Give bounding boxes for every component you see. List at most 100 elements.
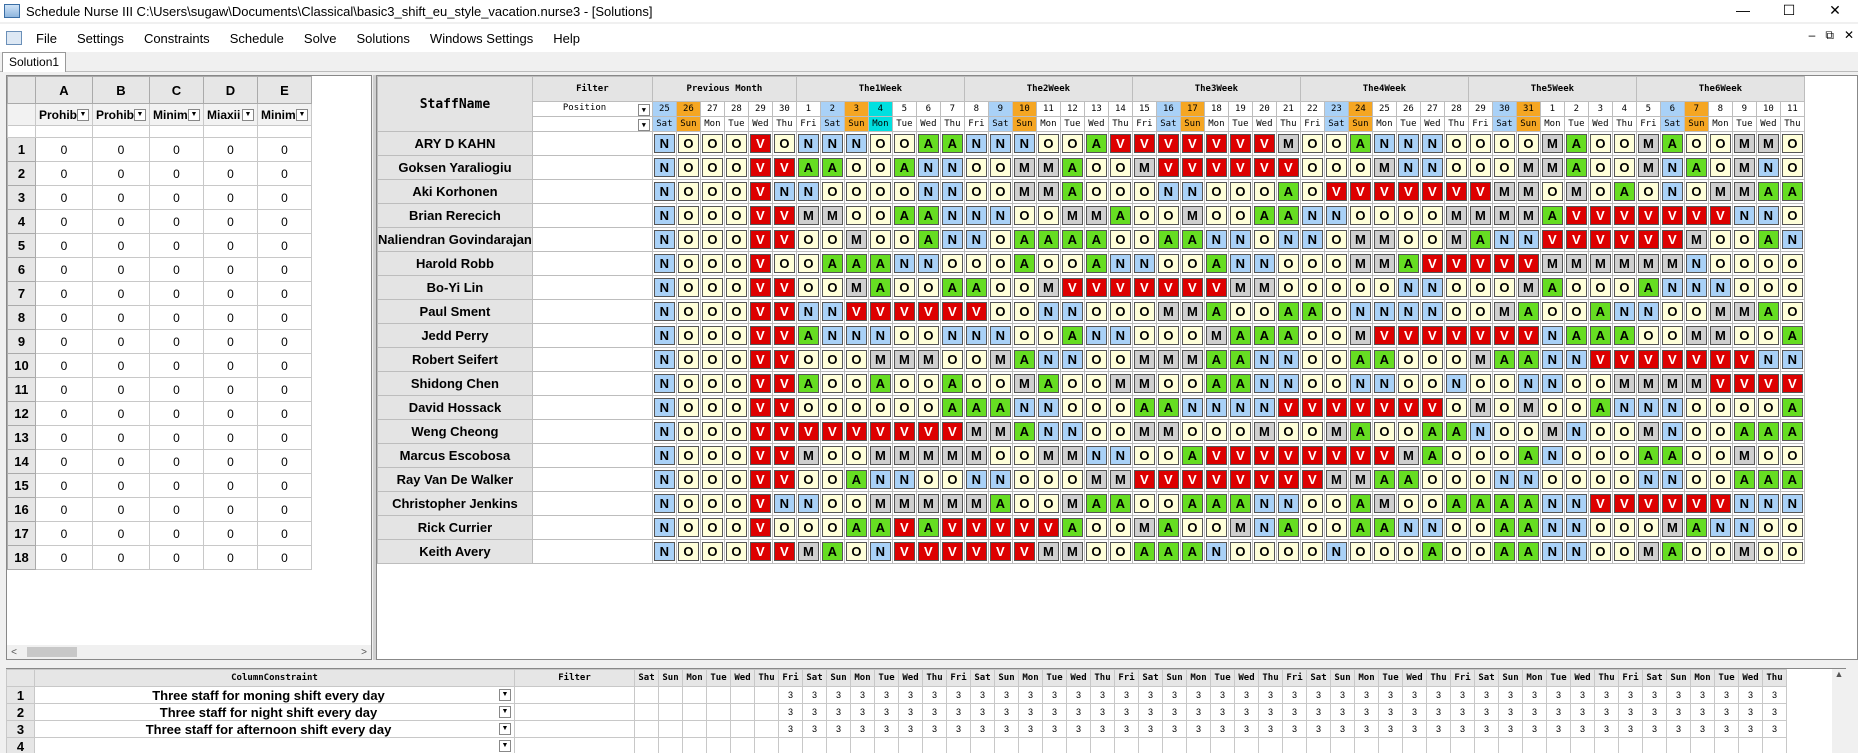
shift-cell[interactable]: O (1419, 203, 1445, 228)
shift-cell[interactable]: V (771, 323, 797, 348)
filter-header[interactable]: Filter (514, 669, 635, 687)
filter-header[interactable]: Prohib ▼ (35, 103, 93, 126)
constraint-value-cell[interactable]: 3 (1618, 720, 1643, 738)
shift-cell[interactable]: O (1467, 539, 1493, 564)
shift-cell[interactable]: O (1323, 491, 1349, 516)
row-header[interactable]: 9 (7, 329, 36, 354)
shift-cell[interactable]: A (915, 131, 941, 156)
shift-cell[interactable]: A (1755, 467, 1781, 492)
shift-cell[interactable]: A (1419, 539, 1445, 564)
shift-cell[interactable]: A (1131, 395, 1157, 420)
shift-cell[interactable]: O (675, 347, 701, 372)
filter-cell[interactable] (514, 703, 635, 721)
shift-cell[interactable]: M (1707, 179, 1733, 204)
shift-cell[interactable]: O (963, 179, 989, 204)
shift-cell[interactable]: A (1611, 179, 1637, 204)
constraint-value-cell[interactable]: 0 (149, 473, 204, 498)
shift-cell[interactable]: V (1611, 347, 1637, 372)
shift-cell[interactable]: V (747, 419, 773, 444)
constraint-value-cell[interactable]: 3 (922, 703, 947, 721)
shift-cell[interactable]: O (699, 347, 725, 372)
constraint-value-cell[interactable]: 0 (92, 521, 150, 546)
shift-cell[interactable]: O (1083, 371, 1109, 396)
weekday-header[interactable]: Sat (1306, 669, 1331, 687)
constraint-value-cell[interactable]: 3 (1690, 686, 1715, 704)
constraint-value-cell[interactable]: 0 (149, 545, 204, 570)
shift-cell[interactable]: A (1419, 443, 1445, 468)
shift-cell[interactable]: O (1371, 539, 1397, 564)
shift-cell[interactable]: A (1179, 491, 1205, 516)
weekday-header[interactable]: Wed (1738, 669, 1763, 687)
shift-cell[interactable]: O (1131, 227, 1157, 252)
shift-cell[interactable]: N (1227, 251, 1253, 276)
constraint-value-cell[interactable]: 0 (92, 329, 150, 354)
staff-filter-cell[interactable] (531, 299, 653, 324)
shift-cell[interactable]: M (1539, 251, 1565, 276)
shift-cell[interactable]: M (1251, 419, 1277, 444)
shift-cell[interactable]: V (1371, 443, 1397, 468)
shift-cell[interactable]: N (1563, 539, 1589, 564)
staff-filter-cell[interactable] (531, 467, 653, 492)
shift-cell[interactable]: M (1323, 467, 1349, 492)
shift-cell[interactable]: N (1035, 419, 1061, 444)
shift-cell[interactable]: O (1539, 299, 1565, 324)
constraint-value-cell[interactable] (682, 737, 707, 753)
shift-cell[interactable]: N (963, 227, 989, 252)
shift-cell[interactable]: N (1083, 323, 1109, 348)
shift-cell[interactable]: M (1059, 491, 1085, 516)
shift-cell[interactable]: A (795, 155, 821, 180)
menu-windows-settings[interactable]: Windows Settings (420, 31, 543, 46)
shift-cell[interactable]: V (1443, 323, 1469, 348)
shift-cell[interactable]: M (963, 419, 989, 444)
shift-cell[interactable]: O (1083, 299, 1109, 324)
shift-cell[interactable]: N (1251, 371, 1277, 396)
shift-cell[interactable]: O (1347, 155, 1373, 180)
shift-cell[interactable]: M (1107, 371, 1133, 396)
shift-cell[interactable]: A (1203, 251, 1229, 276)
shift-cell[interactable]: A (987, 395, 1013, 420)
shift-cell[interactable]: M (795, 443, 821, 468)
shift-cell[interactable]: V (1635, 491, 1661, 516)
constraint-value-cell[interactable]: 0 (92, 233, 150, 258)
weekday-header[interactable]: Mon (1522, 669, 1547, 687)
shift-cell[interactable]: O (1131, 443, 1157, 468)
shift-cell[interactable]: O (1587, 467, 1613, 492)
weekday-header[interactable]: Wed (730, 669, 755, 687)
shift-cell[interactable]: O (1083, 179, 1109, 204)
shift-cell[interactable]: O (1011, 299, 1037, 324)
shift-cell[interactable]: O (675, 419, 701, 444)
weekday-header[interactable]: Wed (747, 116, 773, 132)
shift-cell[interactable]: N (1275, 371, 1301, 396)
shift-cell[interactable]: A (939, 275, 965, 300)
shift-cell[interactable]: N (1539, 491, 1565, 516)
constraint-value-cell[interactable]: 3 (1738, 686, 1763, 704)
shift-cell[interactable]: N (1755, 203, 1781, 228)
shift-cell[interactable]: V (1227, 131, 1253, 156)
constraint-value-cell[interactable]: 0 (257, 305, 312, 330)
shift-cell[interactable]: A (1275, 515, 1301, 540)
weekday-header[interactable]: Tue (1059, 116, 1085, 132)
shift-cell[interactable]: O (675, 227, 701, 252)
shift-cell[interactable]: N (1683, 251, 1709, 276)
shift-cell[interactable]: M (1179, 347, 1205, 372)
shift-cell[interactable]: A (1779, 179, 1805, 204)
constraint-value-cell[interactable]: 3 (1714, 686, 1739, 704)
shift-cell[interactable]: N (651, 491, 677, 516)
shift-cell[interactable]: A (1491, 491, 1517, 516)
shift-cell[interactable]: M (1515, 179, 1541, 204)
shift-cell[interactable]: O (1611, 515, 1637, 540)
shift-cell[interactable]: O (1371, 275, 1397, 300)
constraint-value-cell[interactable] (802, 737, 827, 753)
weekday-header[interactable]: Tue (1395, 116, 1421, 132)
shift-cell[interactable]: N (1659, 179, 1685, 204)
shift-cell[interactable]: O (1443, 131, 1469, 156)
staff-filter-cell[interactable] (531, 443, 653, 468)
shift-cell[interactable]: M (915, 491, 941, 516)
shift-cell[interactable]: A (1491, 539, 1517, 564)
shift-cell[interactable]: N (651, 203, 677, 228)
shift-cell[interactable]: V (1155, 275, 1181, 300)
shift-cell[interactable]: V (1179, 275, 1205, 300)
constraint-value-cell[interactable]: 3 (898, 720, 923, 738)
shift-cell[interactable]: M (1371, 227, 1397, 252)
staff-filter-cell[interactable] (531, 347, 653, 372)
